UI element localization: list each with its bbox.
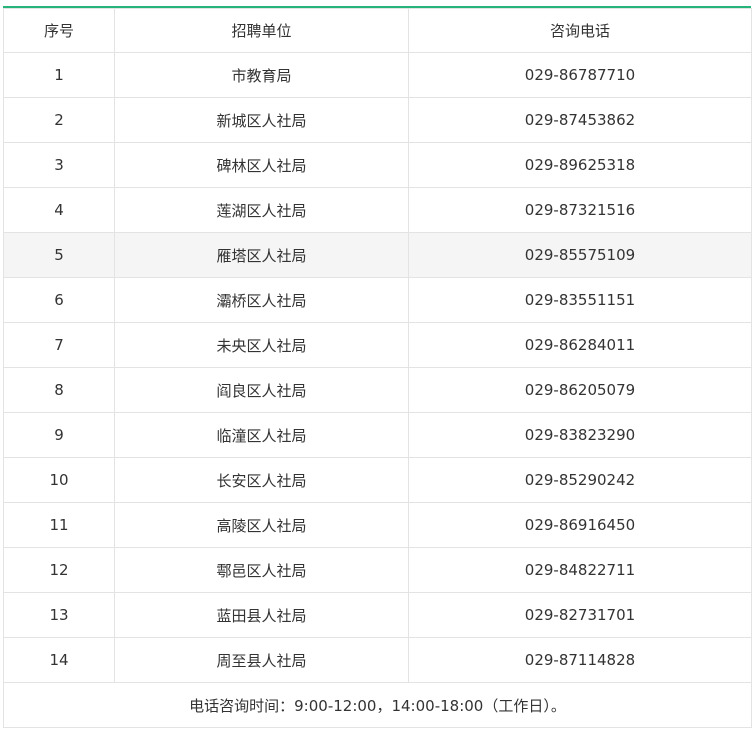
row-unit: 未央区人社局 — [114, 322, 409, 368]
table-row: 7 未央区人社局 029-86284011 — [3, 322, 752, 368]
contact-table-container: 序号 招聘单位 咨询电话 1 市教育局 029-86787710 2 新城区人社… — [0, 0, 754, 737]
header-unit: 招聘单位 — [114, 8, 409, 53]
row-phone: 029-89625318 — [408, 142, 752, 188]
row-phone: 029-87114828 — [408, 637, 752, 683]
row-unit: 长安区人社局 — [114, 457, 409, 503]
table-row: 10 长安区人社局 029-85290242 — [3, 457, 752, 503]
row-no: 5 — [3, 232, 115, 278]
header-no: 序号 — [3, 8, 115, 53]
row-no: 11 — [3, 502, 115, 548]
row-no: 3 — [3, 142, 115, 188]
table-note-row: 电话咨询时间：9:00-12:00，14:00-18:00（工作日）。 — [3, 682, 752, 728]
row-no: 14 — [3, 637, 115, 683]
row-no: 4 — [3, 187, 115, 233]
row-no: 10 — [3, 457, 115, 503]
row-phone: 029-83551151 — [408, 277, 752, 323]
table-row: 6 灞桥区人社局 029-83551151 — [3, 277, 752, 323]
row-unit: 碑林区人社局 — [114, 142, 409, 188]
row-no: 12 — [3, 547, 115, 593]
row-phone: 029-85575109 — [408, 232, 752, 278]
row-unit: 灞桥区人社局 — [114, 277, 409, 323]
table-row: 8 阎良区人社局 029-86205079 — [3, 367, 752, 413]
row-phone: 029-85290242 — [408, 457, 752, 503]
row-unit: 新城区人社局 — [114, 97, 409, 143]
row-unit: 周至县人社局 — [114, 637, 409, 683]
row-phone: 029-87453862 — [408, 97, 752, 143]
table-row: 14 周至县人社局 029-87114828 — [3, 637, 752, 683]
row-no: 1 — [3, 52, 115, 98]
row-phone: 029-82731701 — [408, 592, 752, 638]
row-unit: 鄠邑区人社局 — [114, 547, 409, 593]
row-no: 9 — [3, 412, 115, 458]
table-row: 11 高陵区人社局 029-86916450 — [3, 502, 752, 548]
row-phone: 029-83823290 — [408, 412, 752, 458]
row-phone: 029-86205079 — [408, 367, 752, 413]
table-header-row: 序号 招聘单位 咨询电话 — [3, 8, 752, 53]
row-phone: 029-86787710 — [408, 52, 752, 98]
row-unit: 蓝田县人社局 — [114, 592, 409, 638]
contact-table: 序号 招聘单位 咨询电话 1 市教育局 029-86787710 2 新城区人社… — [3, 8, 752, 728]
row-unit: 临潼区人社局 — [114, 412, 409, 458]
consultation-hours-note: 电话咨询时间：9:00-12:00，14:00-18:00（工作日）。 — [3, 682, 752, 728]
row-no: 7 — [3, 322, 115, 368]
table-row: 12 鄠邑区人社局 029-84822711 — [3, 547, 752, 593]
row-unit: 雁塔区人社局 — [114, 232, 409, 278]
row-no: 13 — [3, 592, 115, 638]
table-row: 13 蓝田县人社局 029-82731701 — [3, 592, 752, 638]
row-phone: 029-86916450 — [408, 502, 752, 548]
header-phone: 咨询电话 — [408, 8, 752, 53]
row-no: 2 — [3, 97, 115, 143]
table-row: 2 新城区人社局 029-87453862 — [3, 97, 752, 143]
row-unit: 莲湖区人社局 — [114, 187, 409, 233]
row-no: 8 — [3, 367, 115, 413]
table-row-hover: 5 雁塔区人社局 029-85575109 — [3, 232, 752, 278]
row-unit: 市教育局 — [114, 52, 409, 98]
table-row: 9 临潼区人社局 029-83823290 — [3, 412, 752, 458]
table-row: 1 市教育局 029-86787710 — [3, 52, 752, 98]
row-phone: 029-84822711 — [408, 547, 752, 593]
row-unit: 阎良区人社局 — [114, 367, 409, 413]
table-top-accent-line — [3, 6, 751, 8]
row-no: 6 — [3, 277, 115, 323]
table-row: 3 碑林区人社局 029-89625318 — [3, 142, 752, 188]
row-phone: 029-87321516 — [408, 187, 752, 233]
row-phone: 029-86284011 — [408, 322, 752, 368]
row-unit: 高陵区人社局 — [114, 502, 409, 548]
table-row: 4 莲湖区人社局 029-87321516 — [3, 187, 752, 233]
